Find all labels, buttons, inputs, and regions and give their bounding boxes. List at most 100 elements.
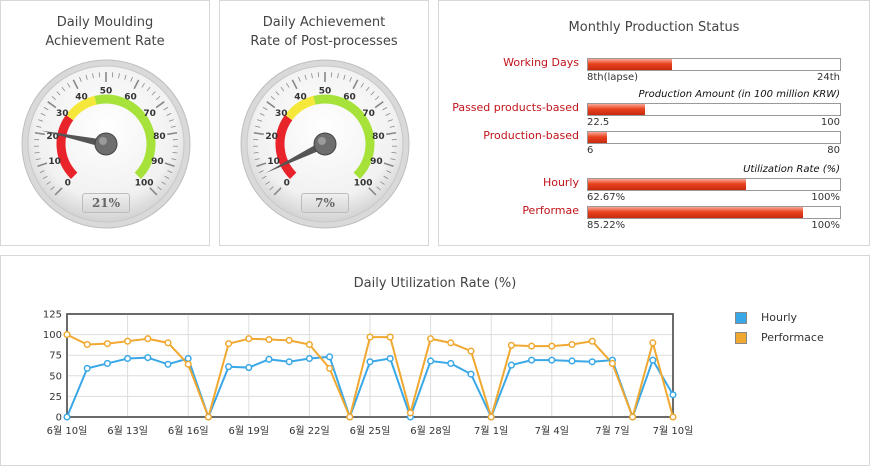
production-amount-heading: Production Amount (in 100 million KRW) <box>638 89 841 100</box>
data-point-performace <box>285 336 293 344</box>
data-point-performace <box>265 335 273 344</box>
gauge-tick-label: 30 <box>275 109 288 119</box>
data-point-hourly <box>285 358 293 366</box>
y-tick-label: 75 <box>49 351 62 362</box>
data-point-hourly <box>124 354 132 363</box>
legend-swatch-performace <box>735 332 747 344</box>
gauge-tick-label: 0 <box>65 179 71 189</box>
data-point-performace <box>568 340 576 349</box>
data-point-performace <box>487 413 495 421</box>
gauge-hub <box>313 132 337 156</box>
data-point-performace <box>144 335 152 343</box>
data-point-performace <box>366 333 374 341</box>
performae-right: 100% <box>811 220 840 231</box>
passed-products-bar-fill <box>588 104 645 115</box>
data-point-performace <box>103 340 111 348</box>
gauge-tick-label: 0 <box>284 179 290 189</box>
monthly-production-panel: Monthly Production Status Working Days 8… <box>438 0 870 246</box>
passed-products-label: Passed products-based <box>452 101 579 114</box>
data-point-hourly <box>427 357 435 365</box>
data-point-performace <box>507 341 515 349</box>
x-tick-label: 6월 10일 <box>47 425 88 437</box>
data-point-performace <box>447 339 455 347</box>
data-point-performace <box>588 337 596 345</box>
data-point-hourly <box>144 354 152 362</box>
passed-products-bar <box>587 103 841 116</box>
gauge-hub-shine <box>99 137 107 145</box>
gauge-hub <box>94 132 118 156</box>
gauge-tick-label: 80 <box>372 132 385 142</box>
gauge-tick-label: 70 <box>143 109 156 119</box>
data-point-hourly <box>63 413 71 421</box>
production-based-left: 6 <box>587 145 594 156</box>
working-days-right: 24th <box>817 72 840 83</box>
data-point-performace <box>669 413 677 421</box>
y-tick-label: 125 <box>43 310 62 321</box>
data-point-performace <box>184 360 192 368</box>
data-point-hourly <box>265 355 273 363</box>
data-point-hourly <box>568 357 576 365</box>
data-point-performace <box>225 340 233 348</box>
data-point-performace <box>548 342 556 350</box>
gauge-tick-label: 20 <box>265 132 278 142</box>
gauge-tick-label: 50 <box>100 87 113 97</box>
legend-label-hourly: Hourly <box>761 311 798 324</box>
y-tick-label: 25 <box>49 392 62 403</box>
data-point-performace <box>427 335 435 343</box>
performae-bar <box>587 206 841 219</box>
data-point-hourly <box>184 354 192 363</box>
x-tick-label: 7월 1일 <box>474 425 508 437</box>
gauge-tick-label: 90 <box>370 157 383 167</box>
x-tick-label: 6월 25일 <box>350 425 391 437</box>
data-point-performace <box>124 337 132 345</box>
data-point-hourly <box>588 358 596 366</box>
data-point-hourly <box>467 370 475 378</box>
data-point-performace <box>63 331 71 339</box>
passed-products-left: 22.5 <box>587 117 610 128</box>
production-based-bar-fill <box>588 132 607 143</box>
hourly-left: 62.67% <box>587 192 626 203</box>
data-point-performace <box>204 413 212 421</box>
utilization-rate-heading: Utilization Rate (%) <box>743 164 840 175</box>
production-based-label: Production-based <box>483 129 579 142</box>
gauge-hub-shine <box>318 137 326 145</box>
data-point-performace <box>386 333 394 341</box>
data-point-performace <box>608 359 616 367</box>
data-point-hourly <box>548 356 556 364</box>
production-based-bar <box>587 131 841 144</box>
data-point-performace <box>528 342 536 350</box>
data-point-hourly <box>366 358 374 366</box>
performae-left: 85.22% <box>587 220 626 231</box>
legend-label-performace: Performace <box>761 331 824 344</box>
y-tick-label: 100 <box>43 330 62 341</box>
passed-products-right: 100 <box>820 117 840 128</box>
gauge-tick-label: 60 <box>343 92 356 102</box>
performae-label: Performae <box>522 204 579 217</box>
data-point-hourly <box>386 354 394 363</box>
hourly-bar <box>587 178 841 191</box>
data-point-performace <box>346 413 354 421</box>
gauge-tick-label: 40 <box>294 92 307 102</box>
moulding-gauge-value: 21% <box>82 193 130 213</box>
x-tick-label: 6월 19일 <box>228 425 269 437</box>
data-point-hourly <box>528 356 536 364</box>
y-tick-label: 50 <box>49 371 62 382</box>
data-point-hourly <box>164 360 172 368</box>
x-tick-label: 7월 4일 <box>535 425 569 437</box>
moulding-gauge-panel: Daily Moulding Achievement Rate 0 10 20 30 4… <box>0 0 210 246</box>
data-point-performace <box>406 409 414 417</box>
x-tick-label: 6월 28일 <box>410 425 451 437</box>
hourly-right: 100% <box>811 192 840 203</box>
gauge-tick-label: 50 <box>319 87 332 97</box>
gauge-tick-label: 40 <box>75 92 88 102</box>
working-days-bar-fill <box>588 59 672 70</box>
data-point-hourly <box>507 361 515 369</box>
data-point-performace <box>629 413 637 421</box>
gauge-tick-label: 10 <box>48 157 61 167</box>
data-point-performace <box>305 340 313 349</box>
post-process-gauge-value: 7% <box>301 193 349 213</box>
y-tick-label: 0 <box>56 413 62 424</box>
moulding-gauge-title: Daily Moulding Achievement Rate <box>45 15 165 49</box>
x-tick-label: 7월 10일 <box>653 425 694 437</box>
data-point-performace <box>467 347 475 355</box>
